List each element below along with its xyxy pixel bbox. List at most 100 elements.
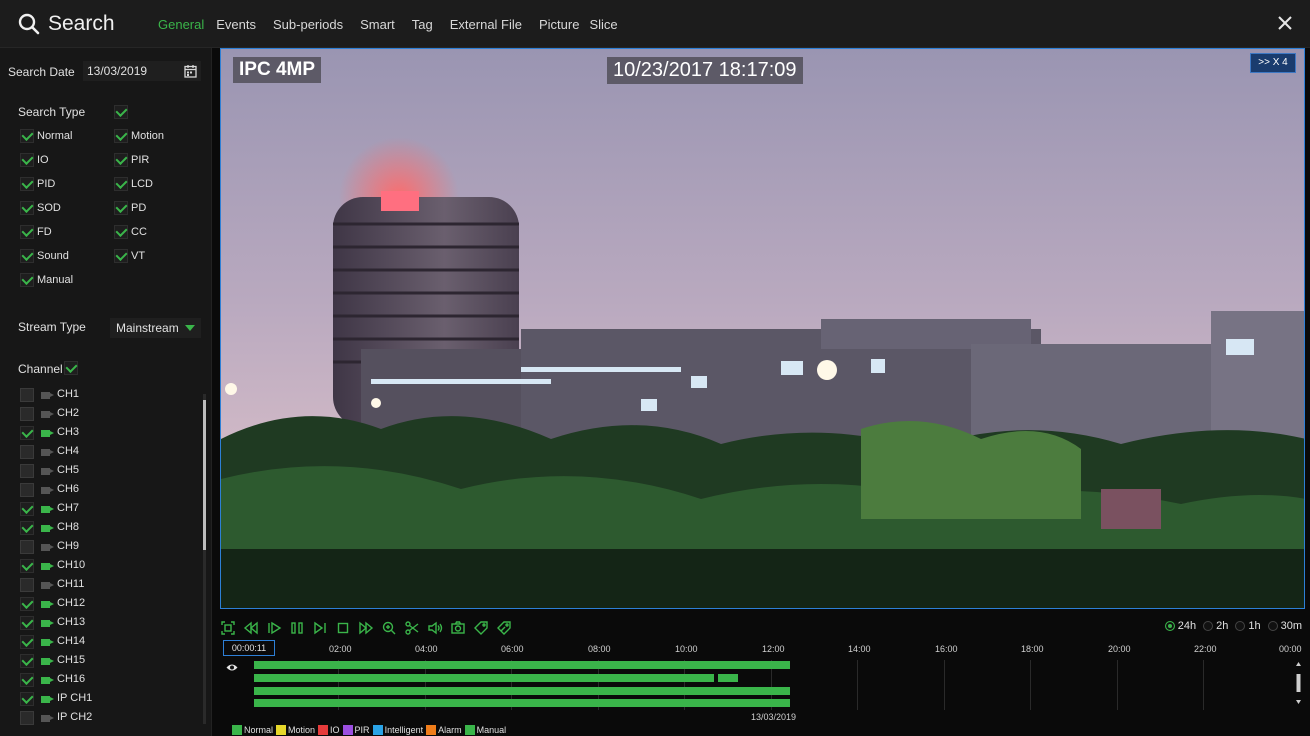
playback-video[interactable]: IPC 4MP 10/23/2017 18:17:09 >> X 4 [220,48,1305,609]
search-type-vt-checkbox[interactable] [114,249,128,263]
snapshot-icon[interactable] [450,620,466,636]
search-type-manual-checkbox[interactable] [20,273,34,287]
channel-row-ip-ch2[interactable]: IP CH2 [20,710,190,726]
channel-row-ch9[interactable]: CH9 [20,539,190,555]
recording-segment[interactable] [254,661,790,669]
tab-sub-periods[interactable]: Sub-periods [273,17,343,32]
step-forward-icon[interactable] [312,620,328,636]
tab-smart[interactable]: Smart [360,17,395,32]
camera-icon [41,487,50,494]
timeline-scrollbar[interactable] [1296,662,1301,704]
tag-icon[interactable] [473,620,489,636]
channel-row-ch8[interactable]: CH8 [20,520,190,536]
channel-checkbox[interactable] [20,559,34,573]
camera-icon [41,449,50,456]
tab-general[interactable]: General [158,17,204,32]
channel-name: CH3 [57,426,80,438]
recording-segment[interactable] [254,674,714,682]
recording-timeline[interactable] [252,660,1290,710]
fast-forward-icon[interactable] [358,620,374,636]
scrollbar-thumb[interactable] [203,400,206,550]
tab-slice[interactable]: Slice [589,17,617,32]
search-type-sound-checkbox[interactable] [20,249,34,263]
zoom-1h-radio[interactable] [1235,621,1246,631]
audio-icon[interactable] [427,620,443,636]
search-type-pir-checkbox[interactable] [114,153,128,167]
search-type-pid-checkbox[interactable] [20,177,34,191]
zoom-24h-radio[interactable] [1164,621,1175,631]
channel-row-ch15[interactable]: CH15 [20,653,190,669]
channel-name: CH9 [57,540,80,552]
channel-row-ch10[interactable]: CH10 [20,558,190,574]
search-type-normal-checkbox[interactable] [20,129,34,143]
channel-checkbox[interactable] [20,635,34,649]
channel-checkbox[interactable] [20,483,34,497]
search-type-cc-checkbox[interactable] [114,225,128,239]
slow-play-icon[interactable] [266,620,282,636]
search-type-normal-label: Normal [37,130,73,142]
channel-row-ch3[interactable]: CH3 [20,425,190,441]
search-type-all-checkbox[interactable] [114,105,128,119]
channel-checkbox[interactable] [20,711,34,725]
channel-row-ch11[interactable]: CH11 [20,577,190,593]
channel-checkbox[interactable] [20,692,34,706]
channel-all-checkbox[interactable] [64,361,78,375]
channel-row-ip-ch1[interactable]: IP CH1 [20,691,190,707]
tab-picture[interactable]: Picture [539,17,579,32]
rewind-icon[interactable] [243,620,259,636]
channel-checkbox[interactable] [20,597,34,611]
stream-type-select[interactable]: Mainstream [110,318,201,338]
tab-tag[interactable]: Tag [412,17,433,32]
channel-checkbox[interactable] [20,407,34,421]
channel-row-ch12[interactable]: CH12 [20,596,190,612]
tab-events[interactable]: Events [216,17,256,32]
timeline-cursor-time[interactable]: 00:00:11 [223,640,275,656]
calendar-icon[interactable] [184,64,197,78]
channel-checkbox[interactable] [20,673,34,687]
channel-row-ch16[interactable]: CH16 [20,672,190,688]
search-type-fd-checkbox[interactable] [20,225,34,239]
channel-row-ch6[interactable]: CH6 [20,482,190,498]
channel-row-ch13[interactable]: CH13 [20,615,190,631]
channel-checkbox[interactable] [20,502,34,516]
channel-list-scrollbar[interactable] [203,394,206,724]
eye-icon[interactable] [226,663,238,672]
channel-row-ch14[interactable]: CH14 [20,634,190,650]
channel-checkbox[interactable] [20,578,34,592]
channel-checkbox[interactable] [20,540,34,554]
channel-checkbox[interactable] [20,388,34,402]
search-date-field[interactable]: 13/03/2019 [83,61,201,81]
playback-speed-button[interactable]: >> X 4 [1250,53,1296,73]
channel-row-ch5[interactable]: CH5 [20,463,190,479]
channel-row-ch1[interactable]: CH1 [20,387,190,403]
timeline-tick: 16:00 [935,644,958,654]
zoom-2h-radio[interactable] [1203,621,1214,631]
zoom-30m-radio[interactable] [1267,621,1278,631]
close-icon[interactable] [1274,12,1296,34]
channel-row-ch2[interactable]: CH2 [20,406,190,422]
legend-swatch [232,725,242,735]
recording-segment[interactable] [254,687,790,695]
channel-row-ch4[interactable]: CH4 [20,444,190,460]
tag-edit-icon[interactable] [496,620,512,636]
search-type-sod-checkbox[interactable] [20,201,34,215]
channel-checkbox[interactable] [20,654,34,668]
channel-checkbox[interactable] [20,445,34,459]
channel-row-ch7[interactable]: CH7 [20,501,190,517]
channel-checkbox[interactable] [20,464,34,478]
recording-segment[interactable] [718,674,738,682]
fullscreen-icon[interactable] [220,620,236,636]
search-type-io-checkbox[interactable] [20,153,34,167]
channel-checkbox[interactable] [20,521,34,535]
tab-external-file[interactable]: External File [450,17,522,32]
channel-checkbox[interactable] [20,426,34,440]
pause-icon[interactable] [289,620,305,636]
stop-icon[interactable] [335,620,351,636]
zoom-icon[interactable] [381,620,397,636]
search-type-pd-checkbox[interactable] [114,201,128,215]
recording-segment[interactable] [254,699,790,707]
clip-icon[interactable] [404,620,420,636]
search-type-lcd-checkbox[interactable] [114,177,128,191]
channel-checkbox[interactable] [20,616,34,630]
search-type-motion-checkbox[interactable] [114,129,128,143]
